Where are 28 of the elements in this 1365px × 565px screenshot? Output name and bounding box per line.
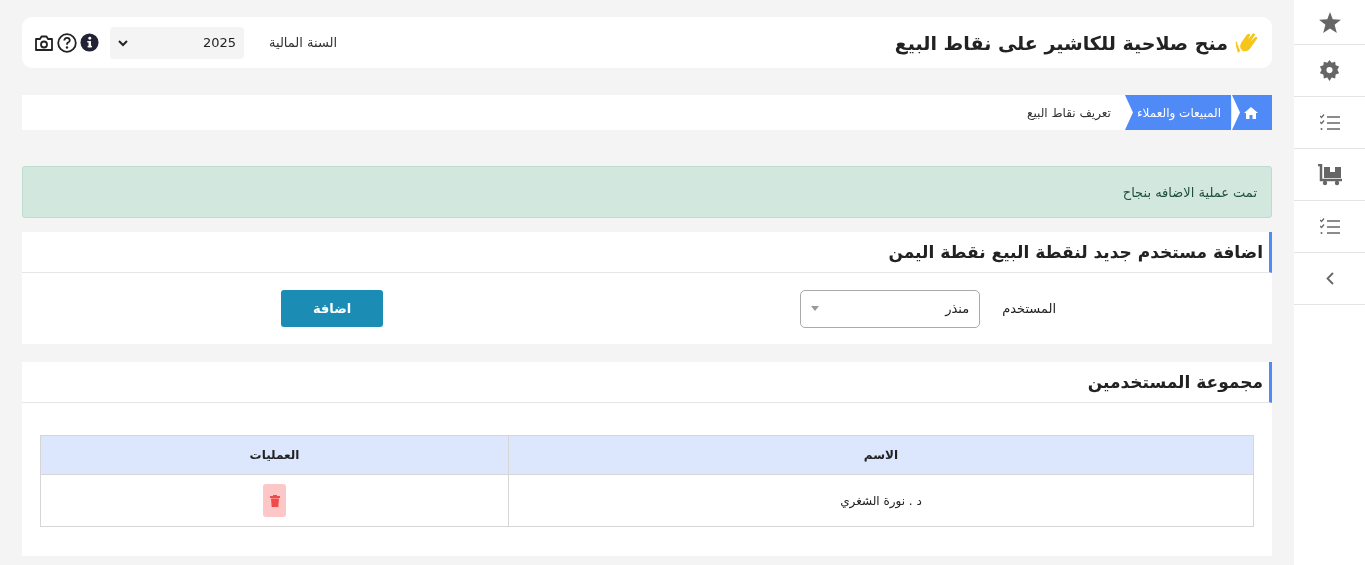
home-icon [1244, 106, 1258, 119]
settings-icon [1319, 60, 1340, 81]
column-header: العمليات [40, 435, 509, 475]
panel-title: مجموعة المستخدمين [22, 362, 1272, 403]
breadcrumb-current: تعريف نقاط البيع [1026, 104, 1112, 122]
caret-icon [811, 306, 820, 311]
delete-button[interactable] [263, 484, 286, 517]
table-cell: د . نورة الشغري [508, 474, 1254, 527]
panel-title: اضافة مستخدم جديد لنقطة البيع نقطة اليمن [22, 232, 1272, 273]
alert-text: تمت عملية الاضافه بنجاح [1122, 184, 1257, 200]
add-button[interactable]: اضافة [281, 290, 384, 327]
fiscal-year-label: السنة المالية [269, 35, 338, 50]
chevron-left-icon [1325, 272, 1334, 285]
fiscal-year-select[interactable]: 2025 [110, 26, 244, 59]
chevron-down-icon [118, 38, 128, 47]
help-icon[interactable] [57, 32, 77, 53]
field-label: المستخدم [1002, 301, 1056, 316]
info-icon[interactable] [80, 33, 99, 52]
camera-icon[interactable] [34, 33, 54, 52]
page-title: منح صلاحية للكاشير على نقاط البيع [894, 31, 1228, 54]
star-icon [1318, 11, 1341, 33]
user-select[interactable]: منذر [800, 289, 981, 328]
dolly-box-icon [1316, 163, 1343, 186]
column-header: الاسم [508, 435, 1254, 475]
home-crumb[interactable] [1232, 95, 1272, 130]
checklist-icon [1319, 113, 1340, 132]
checklist-icon [1319, 217, 1340, 236]
trash-icon [269, 494, 280, 507]
